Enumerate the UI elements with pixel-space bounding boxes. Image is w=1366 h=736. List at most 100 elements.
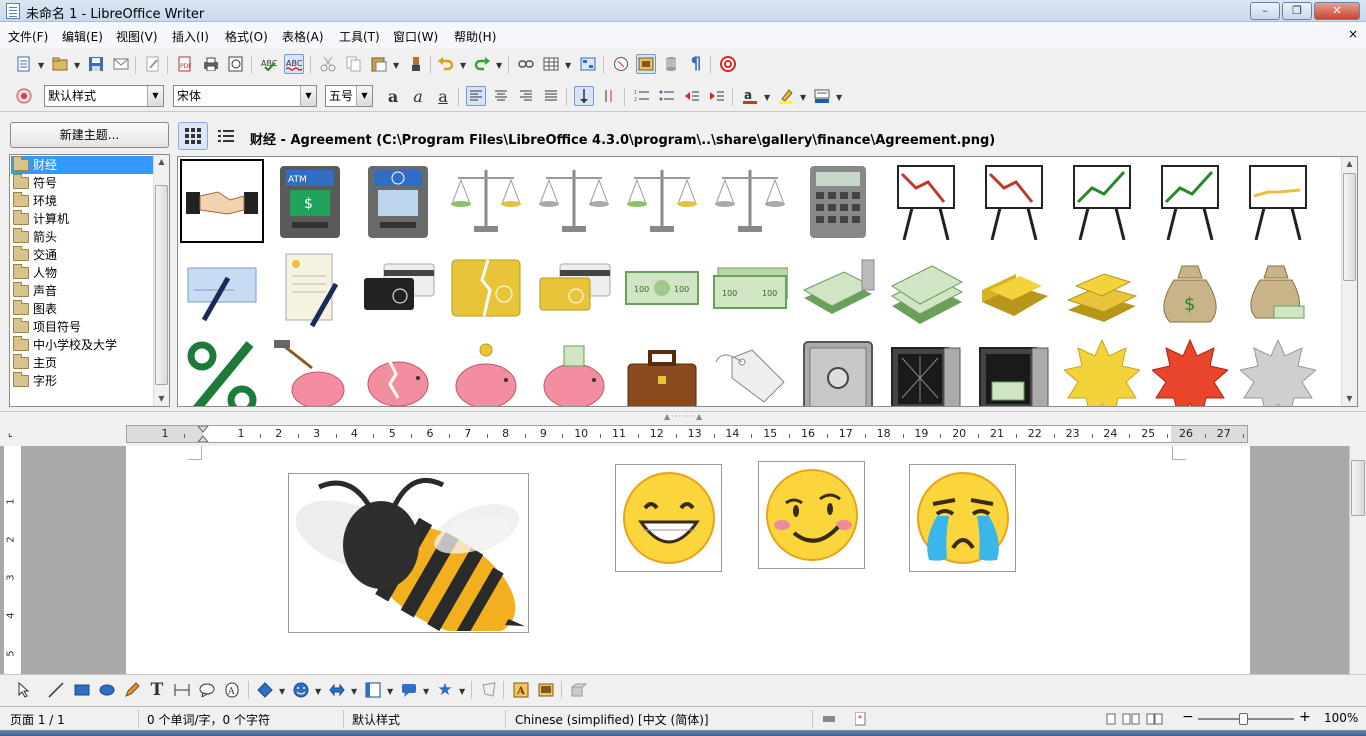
minimize-button[interactable]: –: [1250, 2, 1280, 20]
splitter-handle[interactable]: ▲·······▲: [664, 412, 703, 421]
gallery-item-gold-bars[interactable]: [1060, 247, 1144, 331]
scroll-up-icon[interactable]: ▲: [1342, 157, 1357, 171]
gallery-item-cheque-pen[interactable]: [180, 247, 264, 331]
numbering-icon[interactable]: 12: [632, 86, 652, 106]
paragraph-style-combo[interactable]: 默认样式 ▼: [44, 85, 164, 107]
scrollbar-thumb[interactable]: [155, 185, 168, 385]
gallery-item-chart-board-up-2[interactable]: [1148, 159, 1232, 243]
maximize-button[interactable]: ❐: [1282, 2, 1312, 20]
gallery-item-chart-board-down[interactable]: [884, 159, 968, 243]
scroll-down-icon[interactable]: ▼: [1342, 392, 1357, 406]
multi-page-view-icon[interactable]: [1122, 713, 1140, 725]
gallery-item-piggy-cash[interactable]: [532, 335, 616, 406]
font-color-dropdown-icon[interactable]: ▼: [764, 93, 770, 102]
theme-item-finance[interactable]: 财经: [11, 156, 153, 174]
stars-dropdown-icon[interactable]: ▼: [459, 687, 465, 696]
edit-mode-icon[interactable]: [143, 54, 163, 74]
smirk-emoji-image[interactable]: [758, 461, 865, 569]
scrollbar-thumb[interactable]: [1351, 460, 1365, 516]
gallery-item-handshake[interactable]: [180, 159, 264, 243]
italic-icon[interactable]: a: [408, 86, 428, 106]
gallery-item-scales-silver[interactable]: [532, 159, 616, 243]
menu-window[interactable]: 窗口(W): [393, 28, 438, 45]
gallery-item-safe-closed[interactable]: [796, 335, 880, 406]
gallery-icon[interactable]: [636, 54, 656, 74]
language-indicator[interactable]: Chinese (simplified) [中文 (简体)]: [515, 711, 709, 728]
word-count[interactable]: 0 个单词/字，0 个字符: [147, 711, 270, 728]
chevron-down-icon[interactable]: ▼: [147, 86, 163, 106]
theme-list-scrollbar[interactable]: ▲ ▼: [153, 155, 169, 406]
book-view-icon[interactable]: [1146, 713, 1164, 725]
chevron-down-icon[interactable]: ▼: [300, 86, 316, 106]
fontwork-icon[interactable]: A: [222, 680, 242, 700]
writer-app-icon[interactable]: [6, 3, 20, 19]
gallery-item-gold-bar[interactable]: [972, 247, 1056, 331]
theme-item-diagrams[interactable]: 图表: [11, 300, 153, 318]
underline-icon[interactable]: a: [433, 86, 453, 106]
export-pdf-icon[interactable]: PDF: [175, 54, 195, 74]
bee-image[interactable]: [288, 473, 529, 633]
new-theme-button[interactable]: 新建主题...: [10, 122, 169, 148]
background-color-icon[interactable]: [812, 86, 832, 106]
vertical-text-icon[interactable]: [599, 86, 619, 106]
detail-view-button[interactable]: [211, 122, 241, 150]
single-page-view-icon[interactable]: [1106, 713, 1116, 725]
new-dropdown-icon[interactable]: ▼: [38, 61, 44, 70]
clone-formatting-icon[interactable]: [406, 54, 426, 74]
font-color-icon[interactable]: a: [740, 86, 760, 106]
justify-icon[interactable]: [541, 86, 561, 106]
print-preview-icon[interactable]: [226, 54, 246, 74]
callouts-icon[interactable]: [399, 680, 419, 700]
gallery-item-banknote[interactable]: 100 100: [620, 247, 704, 331]
font-size-combo[interactable]: 五号 ▼: [325, 85, 373, 107]
gallery-item-scales-gold-2[interactable]: [620, 159, 704, 243]
text-box-icon[interactable]: T: [147, 680, 167, 700]
gallery-item-scales-gold[interactable]: [444, 159, 528, 243]
decrease-indent-icon[interactable]: [682, 86, 702, 106]
scrollbar-thumb[interactable]: [1343, 173, 1356, 281]
page-style-indicator[interactable]: 默认样式: [352, 711, 400, 728]
insert-mode-icon[interactable]: [823, 713, 835, 725]
theme-item-homepage[interactable]: 主页: [11, 354, 153, 372]
close-document-icon[interactable]: ×: [1348, 27, 1358, 41]
gallery-item-broken-card-gold[interactable]: [444, 247, 528, 331]
grinning-emoji-image[interactable]: [615, 464, 722, 572]
gallery-item-calculator[interactable]: [796, 159, 880, 243]
horizontal-ruler[interactable]: 1 1 2 3 4 5 6 7 8 9 10 11 12 13 14 15 16 17 18 19 20 21 22 23 24…: [126, 425, 1248, 443]
stars-icon[interactable]: ★: [435, 680, 455, 700]
block-arrows-dropdown-icon[interactable]: ▼: [351, 687, 357, 696]
theme-item-school[interactable]: 中小学校及大学: [11, 336, 153, 354]
save-icon[interactable]: [86, 54, 106, 74]
bold-icon[interactable]: a: [383, 86, 403, 106]
undo-icon[interactable]: [436, 54, 456, 74]
paste-dropdown-icon[interactable]: ▼: [393, 61, 399, 70]
zoom-level[interactable]: 100%: [1324, 711, 1358, 725]
gallery-item-credit-card-black[interactable]: [356, 247, 440, 331]
paste-icon[interactable]: [369, 54, 389, 74]
symbol-shapes-icon[interactable]: [291, 680, 311, 700]
gallery-item-contract-pen[interactable]: [268, 247, 352, 331]
open-folder-icon[interactable]: [50, 54, 70, 74]
gallery-scrollbar[interactable]: ▲ ▼: [1341, 157, 1357, 406]
from-file-icon[interactable]: [536, 680, 556, 700]
font-name-combo[interactable]: 宋体 ▼: [173, 85, 317, 107]
align-center-icon[interactable]: [491, 86, 511, 106]
copy-icon[interactable]: [344, 54, 364, 74]
text-direction-icon[interactable]: [574, 86, 594, 106]
crying-emoji-image[interactable]: [909, 464, 1016, 572]
gallery-item-piggy-hammer[interactable]: [268, 335, 352, 406]
print-icon[interactable]: [201, 54, 221, 74]
points-icon[interactable]: [479, 680, 499, 700]
callouts-dropdown-icon[interactable]: ▼: [423, 687, 429, 696]
menu-table[interactable]: 表格(A): [282, 28, 324, 45]
page-indicator[interactable]: 页面 1 / 1: [10, 711, 65, 728]
dimension-line-icon[interactable]: [172, 680, 192, 700]
cut-icon[interactable]: [318, 54, 338, 74]
menu-tools[interactable]: 工具(T): [339, 28, 380, 45]
undo-dropdown-icon[interactable]: ▼: [460, 61, 466, 70]
flowchart-icon[interactable]: [363, 680, 383, 700]
ellipse-icon[interactable]: [97, 680, 117, 700]
gallery-item-scales-silver-2[interactable]: [708, 159, 792, 243]
gallery-item-banknote-stack[interactable]: [884, 247, 968, 331]
theme-item-arrows[interactable]: 箭头: [11, 228, 153, 246]
